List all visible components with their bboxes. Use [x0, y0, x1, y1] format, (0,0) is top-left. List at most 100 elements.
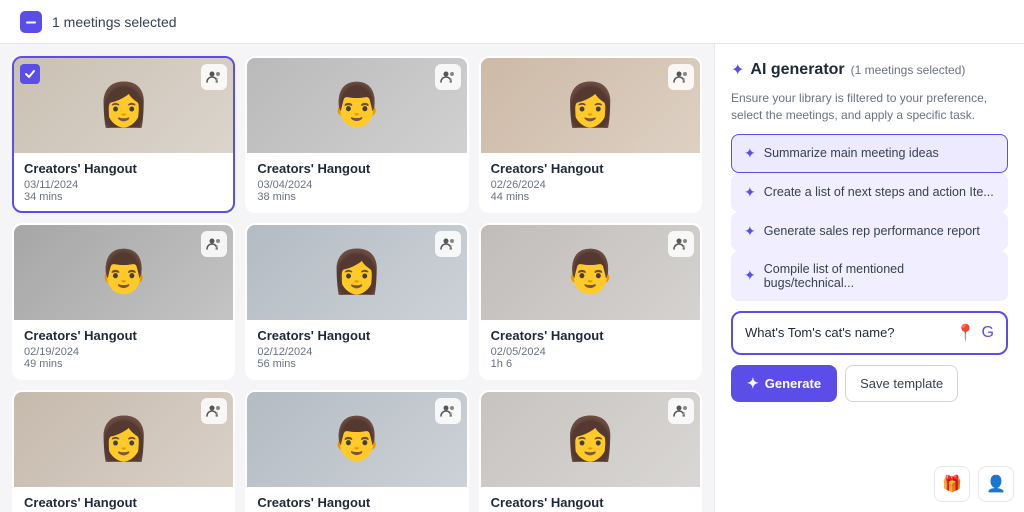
card-thumbnail: 👨	[247, 58, 466, 153]
generate-spark-icon: ✦	[747, 375, 759, 392]
suggestion-spark-icon: ✦	[744, 267, 756, 284]
gift-button[interactable]: 🎁	[934, 466, 970, 502]
card-info: Creators' Hangout01/15/2024	[247, 487, 466, 512]
meeting-card[interactable]: 👩 Creators' Hangout 02/12/202456 mins	[245, 223, 468, 380]
person-placeholder: 👩	[247, 225, 466, 320]
ai-panel-subtitle: Ensure your library is filtered to your …	[731, 90, 1008, 124]
people-badge	[201, 398, 227, 424]
card-title: Creators' Hangout	[491, 495, 690, 510]
suggestion-text: Summarize main meeting ideas	[764, 146, 939, 160]
ai-spark-icon: ✦	[731, 60, 744, 80]
card-duration: 34 mins	[24, 191, 223, 203]
ai-suggestion-item[interactable]: ✦Compile list of mentioned bugs/technica…	[731, 251, 1008, 301]
meeting-card[interactable]: 👩 Creators' Hangout01/08/2024	[479, 390, 702, 512]
meeting-grid-area: 👩 Creators' Hangout 03/11/202434 mins 👨 Cr…	[0, 44, 714, 512]
selected-check-badge	[20, 64, 40, 84]
card-info: Creators' Hangout 02/05/20241h 6	[481, 320, 700, 378]
card-date: 03/11/2024	[24, 179, 223, 191]
location-icon: 📍	[956, 323, 976, 343]
suggestion-spark-icon: ✦	[744, 145, 756, 162]
people-badge	[201, 64, 227, 90]
card-info: Creators' Hangout01/29/2024	[14, 487, 233, 512]
ai-panel-title: AI generator	[750, 61, 844, 79]
card-date: 02/26/2024	[491, 179, 690, 191]
card-duration: 1h 6	[491, 358, 690, 370]
card-thumbnail: 👨	[14, 225, 233, 320]
card-title: Creators' Hangout	[257, 328, 456, 343]
meeting-card[interactable]: 👩 Creators' Hangout01/29/2024	[12, 390, 235, 512]
ai-selected-badge: (1 meetings selected)	[851, 63, 966, 77]
ai-suggestion-item[interactable]: ✦ Summarize main meeting ideas	[731, 134, 1008, 173]
ai-input-area: 📍 G	[731, 311, 1008, 355]
card-info: Creators' Hangout 02/12/202456 mins	[247, 320, 466, 378]
person-placeholder: 👨	[247, 392, 466, 487]
suggestion-spark-icon: ✦	[744, 223, 756, 240]
card-title: Creators' Hangout	[257, 495, 456, 510]
meeting-grid: 👩 Creators' Hangout 03/11/202434 mins 👨 Cr…	[12, 56, 702, 512]
card-title: Creators' Hangout	[257, 161, 456, 176]
card-date: 02/19/2024	[24, 346, 223, 358]
ai-suggestion-item[interactable]: ✦ Create a list of next steps and action …	[731, 173, 1008, 212]
card-duration: 49 mins	[24, 358, 223, 370]
card-thumbnail: 👩	[14, 392, 233, 487]
people-badge	[435, 231, 461, 257]
ai-suggestions-list: ✦ Summarize main meeting ideas ✦ Create a l…	[731, 134, 1008, 301]
card-title: Creators' Hangout	[24, 328, 223, 343]
card-thumbnail: 👩	[481, 392, 700, 487]
meeting-card[interactable]: 👨 Creators' Hangout 03/04/202438 mins	[245, 56, 468, 213]
people-badge	[668, 231, 694, 257]
user-icon: 👤	[986, 474, 1006, 494]
suggestion-text: Create a list of next steps and action I…	[764, 185, 994, 199]
people-badge	[201, 231, 227, 257]
ai-panel-header: ✦ AI generator (1 meetings selected)	[731, 60, 1008, 80]
card-duration: 56 mins	[257, 358, 456, 370]
selected-count-label: 1 meetings selected	[52, 14, 177, 30]
card-info: Creators' Hangout 03/04/202438 mins	[247, 153, 466, 211]
card-thumbnail: 👩	[14, 58, 233, 153]
card-title: Creators' Hangout	[24, 161, 223, 176]
card-thumbnail: 👩	[247, 225, 466, 320]
ai-input-icons: 📍 G	[956, 323, 994, 343]
people-badge	[435, 64, 461, 90]
suggestion-text: Generate sales rep performance report	[764, 224, 980, 238]
bottom-icons: 🎁 👤	[934, 466, 1014, 502]
ai-suggestion-item[interactable]: ✦ Generate sales rep performance report	[731, 212, 1008, 251]
suggestion-spark-icon: ✦	[744, 184, 756, 201]
card-info: Creators' Hangout01/08/2024	[481, 487, 700, 512]
card-duration: 44 mins	[491, 191, 690, 203]
deselect-button[interactable]	[20, 11, 42, 33]
card-date: 03/04/2024	[257, 179, 456, 191]
people-badge	[668, 64, 694, 90]
card-info: Creators' Hangout 02/26/202444 mins	[481, 153, 700, 211]
card-info: Creators' Hangout 02/19/202449 mins	[14, 320, 233, 378]
header-bar: 1 meetings selected	[0, 0, 1024, 44]
card-title: Creators' Hangout	[491, 161, 690, 176]
card-title: Creators' Hangout	[491, 328, 690, 343]
card-thumbnail: 👨	[481, 225, 700, 320]
meeting-card[interactable]: 👩 Creators' Hangout 03/11/202434 mins	[12, 56, 235, 213]
people-badge	[435, 398, 461, 424]
meeting-card[interactable]: 👨 Creators' Hangout01/15/2024	[245, 390, 468, 512]
card-title: Creators' Hangout	[24, 495, 223, 510]
gemini-icon: G	[982, 324, 994, 342]
people-badge	[668, 398, 694, 424]
ai-panel: ✦ AI generator (1 meetings selected) Ens…	[714, 44, 1024, 512]
card-duration: 38 mins	[257, 191, 456, 203]
meeting-card[interactable]: 👨 Creators' Hangout 02/19/202449 mins	[12, 223, 235, 380]
ai-custom-input[interactable]	[745, 325, 948, 340]
meeting-card[interactable]: 👩 Creators' Hangout 02/26/202444 mins	[479, 56, 702, 213]
card-thumbnail: 👩	[481, 58, 700, 153]
meeting-card[interactable]: 👨 Creators' Hangout 02/05/20241h 6	[479, 223, 702, 380]
card-thumbnail: 👨	[247, 392, 466, 487]
ai-actions: ✦ Generate Save template	[731, 365, 1008, 402]
card-date: 02/05/2024	[491, 346, 690, 358]
main-content: 👩 Creators' Hangout 03/11/202434 mins 👨 Cr…	[0, 44, 1024, 512]
person-placeholder: 👨	[247, 58, 466, 153]
generate-label: Generate	[765, 376, 821, 391]
card-info: Creators' Hangout 03/11/202434 mins	[14, 153, 233, 211]
gift-icon: 🎁	[942, 474, 962, 494]
card-date: 02/12/2024	[257, 346, 456, 358]
save-template-button[interactable]: Save template	[845, 365, 958, 402]
user-account-button[interactable]: 👤	[978, 466, 1014, 502]
generate-button[interactable]: ✦ Generate	[731, 365, 837, 402]
